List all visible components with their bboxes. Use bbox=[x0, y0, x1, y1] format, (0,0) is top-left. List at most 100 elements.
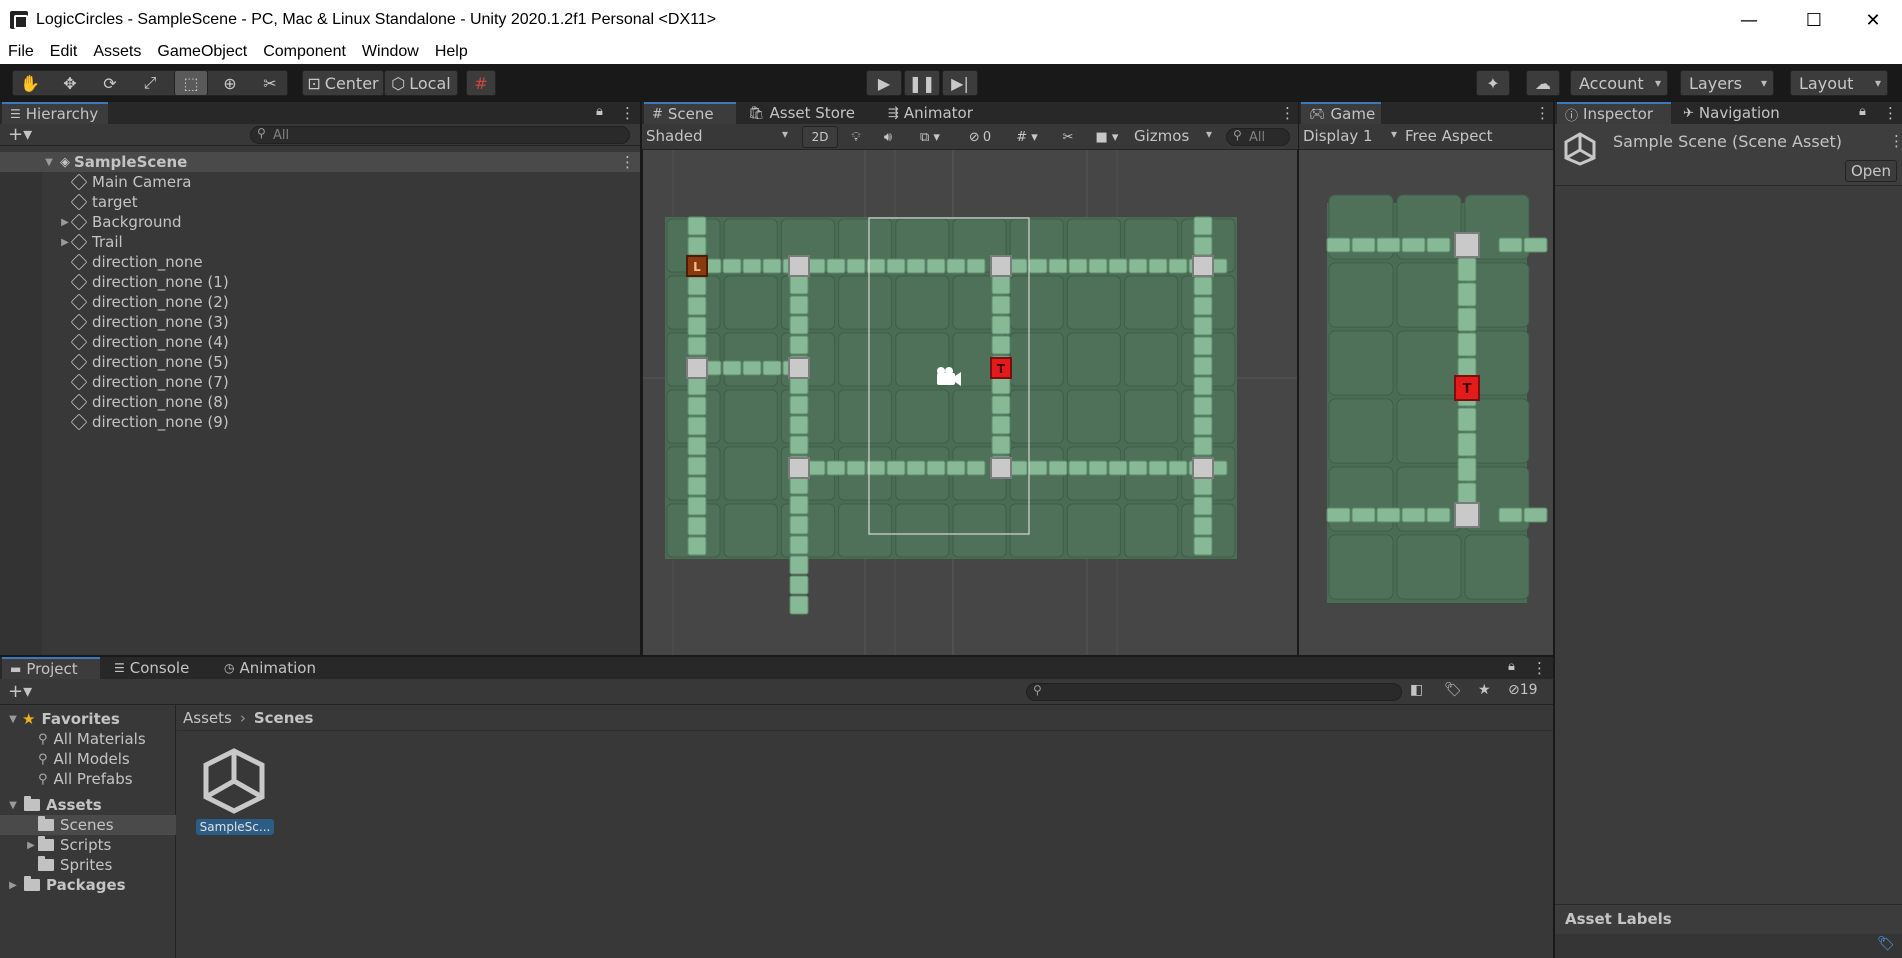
breadcrumb-scenes[interactable]: Scenes bbox=[254, 709, 314, 727]
pivot-center-button[interactable]: ⊡ Center bbox=[302, 70, 384, 96]
asset-kebab-icon[interactable]: ⋮ bbox=[1889, 132, 1902, 150]
hierarchy-item[interactable]: direction_none (4) bbox=[0, 332, 229, 352]
asset-folder-item[interactable]: ▶ Scripts bbox=[0, 835, 176, 855]
menu-assets[interactable]: Assets bbox=[85, 43, 149, 61]
project-search-input[interactable] bbox=[1026, 683, 1402, 701]
packages-row[interactable]: ▶ Packages bbox=[6, 875, 126, 895]
scene-asset-item[interactable]: SampleSc... bbox=[196, 747, 276, 835]
hierarchy-item[interactable]: direction_none (5) bbox=[0, 352, 229, 372]
assets-row[interactable]: ▼ Assets bbox=[6, 795, 102, 815]
hierarchy-item[interactable]: target bbox=[0, 192, 138, 212]
menu-component[interactable]: Component bbox=[255, 43, 354, 61]
tab-inspector[interactable]: ⓘ Inspector bbox=[1557, 102, 1671, 124]
close-button[interactable]: ✕ bbox=[1844, 0, 1902, 40]
hierarchy-item[interactable]: direction_none (1) bbox=[0, 272, 229, 292]
tab-hierarchy[interactable]: ☰ Hierarchy bbox=[2, 102, 108, 124]
asset-folder-item[interactable]: Scenes bbox=[0, 815, 176, 835]
inspector-kebab-icon[interactable]: ⋮ bbox=[1883, 104, 1898, 122]
transform-tool-icon[interactable]: ⊕ bbox=[214, 70, 246, 96]
hierarchy-item[interactable]: direction_none (3) bbox=[0, 312, 229, 332]
packages-expand-icon[interactable]: ▶ bbox=[6, 880, 20, 891]
scene-search-input[interactable]: All bbox=[1226, 128, 1290, 146]
tab-animator[interactable]: ⇶ Animator bbox=[880, 102, 981, 124]
lock-icon[interactable]: 🔒︎ bbox=[596, 104, 603, 119]
expand-arrow-icon[interactable]: ▶ bbox=[24, 840, 38, 851]
hierarchy-item[interactable]: Main Camera bbox=[0, 172, 191, 192]
hierarchy-item[interactable]: direction_none bbox=[0, 252, 203, 272]
tab-game[interactable]: 🎮︎ Game bbox=[1301, 102, 1381, 124]
game-kebab-icon[interactable]: ⋮ bbox=[1535, 104, 1550, 122]
filter-label-icon[interactable]: 🏷︎ bbox=[1444, 682, 1462, 698]
maximize-button[interactable]: ☐ bbox=[1785, 0, 1843, 40]
tab-project[interactable]: ▬ Project bbox=[2, 657, 100, 679]
scene-viewport[interactable]: LT bbox=[643, 150, 1297, 655]
hidden-packages-icon[interactable]: ⊘19 bbox=[1508, 682, 1538, 698]
menu-window[interactable]: Window bbox=[354, 43, 427, 61]
lighting-icon[interactable]: 💡︎ bbox=[842, 126, 870, 148]
minimize-button[interactable]: — bbox=[1720, 0, 1778, 40]
hand-tool-icon[interactable]: ✋ bbox=[14, 70, 46, 96]
favorite-item[interactable]: ⚲ All Prefabs bbox=[38, 769, 133, 789]
audio-icon[interactable]: 🔊︎ bbox=[874, 126, 902, 148]
filter-type-icon[interactable]: ◧ bbox=[1410, 682, 1423, 698]
layout-dropdown[interactable]: Layout bbox=[1790, 70, 1888, 96]
assets-expand-icon[interactable]: ▼ bbox=[6, 800, 20, 811]
hierarchy-item[interactable]: direction_none (2) bbox=[0, 292, 229, 312]
tab-navigation[interactable]: ✈ Navigation bbox=[1675, 102, 1788, 124]
hierarchy-item[interactable]: direction_none (7) bbox=[0, 372, 229, 392]
tab-animation[interactable]: ◷ Animation bbox=[216, 657, 324, 679]
menu-gameobject[interactable]: GameObject bbox=[149, 43, 255, 61]
hierarchy-search-input[interactable]: All bbox=[250, 126, 630, 144]
camera-icon[interactable]: ■ ▾ bbox=[1086, 126, 1128, 148]
effects-icon[interactable]: ⧉ ▾ bbox=[906, 126, 954, 148]
gizmos-dropdown[interactable]: Gizmos bbox=[1132, 127, 1218, 147]
grid-toggle-icon[interactable]: # ▾ bbox=[1004, 126, 1050, 148]
custom-tool-icon[interactable]: ✂ bbox=[254, 70, 286, 96]
move-tool-icon[interactable]: ✥ bbox=[54, 70, 86, 96]
scene-root-row[interactable]: ▼ ◈ SampleScene ⋮ bbox=[0, 152, 640, 172]
cloud-icon[interactable]: ☁ bbox=[1526, 70, 1560, 96]
play-button[interactable]: ▶ bbox=[866, 70, 902, 96]
project-lock-icon[interactable]: 🔒︎ bbox=[1508, 659, 1515, 674]
game-viewport[interactable]: T bbox=[1299, 150, 1553, 655]
hierarchy-item[interactable]: ▶ Background bbox=[0, 212, 181, 232]
collab-icon[interactable]: ✦ bbox=[1476, 70, 1510, 96]
hidden-objects-icon[interactable]: ⊘ 0 bbox=[958, 126, 1002, 148]
tools-icon[interactable]: ✂ bbox=[1054, 126, 1082, 148]
menu-edit[interactable]: Edit bbox=[42, 43, 86, 61]
shading-mode-dropdown[interactable]: Shaded bbox=[646, 127, 794, 147]
scene-canvas[interactable]: LT bbox=[643, 150, 1297, 655]
inspector-lock-icon[interactable]: 🔒︎ bbox=[1859, 104, 1866, 119]
favorite-star-icon[interactable]: ★ bbox=[1478, 682, 1491, 698]
rect-tool-icon[interactable]: ⬚ bbox=[174, 70, 208, 96]
account-dropdown[interactable]: Account bbox=[1570, 70, 1668, 96]
favorites-row[interactable]: ▼ ★ Favorites bbox=[6, 709, 120, 729]
toggle-2d-button[interactable]: 2D bbox=[802, 126, 838, 148]
favorite-item[interactable]: ⚲ All Models bbox=[38, 749, 130, 769]
scene-kebab-icon[interactable]: ⋮ bbox=[1280, 104, 1295, 122]
pivot-local-button[interactable]: ⬡ Local bbox=[384, 70, 458, 96]
project-create-icon[interactable]: +▾ bbox=[8, 681, 32, 702]
breadcrumb-assets[interactable]: Assets bbox=[183, 709, 232, 727]
menu-help[interactable]: Help bbox=[427, 43, 476, 61]
aspect-dropdown[interactable]: Free Aspect bbox=[1405, 127, 1545, 147]
pause-button[interactable]: ❚❚ bbox=[904, 70, 940, 96]
label-tag-icon[interactable]: 🏷︎ bbox=[1877, 936, 1895, 952]
scale-tool-icon[interactable]: ⤢ bbox=[134, 70, 166, 96]
rotate-tool-icon[interactable]: ⟳ bbox=[94, 70, 126, 96]
asset-folder-item[interactable]: Sprites bbox=[0, 855, 176, 875]
layers-dropdown[interactable]: Layers bbox=[1680, 70, 1774, 96]
create-plus-icon[interactable]: +▾ bbox=[8, 124, 32, 145]
hierarchy-item[interactable]: direction_none (8) bbox=[0, 392, 229, 412]
grid-snap-icon[interactable]: # bbox=[466, 70, 496, 96]
expand-arrow-icon[interactable]: ▼ bbox=[42, 157, 56, 168]
menu-file[interactable]: File bbox=[0, 43, 42, 61]
project-kebab-icon[interactable]: ⋮ bbox=[1532, 659, 1547, 677]
hierarchy-item[interactable]: ▶ Trail bbox=[0, 232, 123, 252]
open-button[interactable]: Open bbox=[1845, 160, 1897, 182]
tab-console[interactable]: ☰ Console bbox=[106, 657, 197, 679]
hierarchy-item[interactable]: direction_none (9) bbox=[0, 412, 229, 432]
display-dropdown[interactable]: Display 1 bbox=[1303, 127, 1403, 147]
kebab-menu-icon[interactable]: ⋮ bbox=[620, 104, 635, 122]
step-button[interactable]: ▶| bbox=[942, 70, 978, 96]
